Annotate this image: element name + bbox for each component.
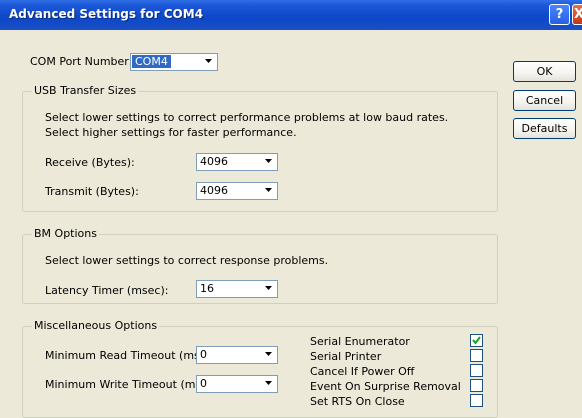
checkmark-icon (472, 336, 481, 345)
close-button[interactable]: X (572, 4, 582, 25)
serial-enumerator-checkbox[interactable] (470, 334, 483, 347)
title-bar[interactable]: Advanced Settings for COM4 ? X (0, 0, 582, 30)
chevron-down-icon (261, 377, 276, 391)
set-rts-on-close-checkbox[interactable] (470, 394, 483, 407)
latency-timer-select[interactable]: 16 (196, 280, 278, 298)
window-title: Advanced Settings for COM4 (9, 7, 204, 21)
help-icon: ? (555, 7, 564, 22)
com-port-select[interactable]: COM4 (130, 53, 218, 71)
event-on-surprise-removal-checkbox[interactable] (470, 379, 483, 392)
min-read-timeout-label: Minimum Read Timeout (msec): (45, 349, 221, 362)
serial-printer-checkbox[interactable] (470, 349, 483, 362)
serial-enumerator-label: Serial Enumerator (310, 335, 410, 348)
transmit-select[interactable]: 4096 (196, 182, 278, 200)
com-port-label: COM Port Number: (30, 55, 133, 68)
misc-options-group (22, 326, 498, 418)
min-write-timeout-value: 0 (200, 377, 207, 390)
chevron-down-icon (261, 184, 276, 198)
advanced-settings-dialog: Advanced Settings for COM4 ? X COM Port … (0, 0, 582, 418)
usb-transfer-desc-1: Select lower settings to correct perform… (45, 111, 449, 124)
min-read-timeout-value: 0 (200, 348, 207, 361)
chevron-down-icon (261, 282, 276, 296)
chevron-down-icon (261, 348, 276, 362)
usb-transfer-desc-2: Select higher settings for faster perfor… (45, 126, 297, 139)
cancel-button[interactable]: Cancel (513, 90, 576, 111)
receive-label: Receive (Bytes): (45, 156, 135, 169)
min-read-timeout-select[interactable]: 0 (196, 346, 278, 364)
ok-button[interactable]: OK (513, 61, 576, 82)
latency-timer-value: 16 (200, 282, 214, 295)
cancel-if-power-off-checkbox[interactable] (470, 364, 483, 377)
misc-options-title: Miscellaneous Options (32, 319, 160, 332)
event-on-surprise-removal-label: Event On Surprise Removal (310, 380, 461, 393)
com-port-value: COM4 (132, 55, 171, 68)
cancel-if-power-off-label: Cancel If Power Off (310, 365, 415, 378)
chevron-down-icon (201, 55, 216, 69)
chevron-down-icon (261, 155, 276, 169)
usb-transfer-title: USB Transfer Sizes (32, 84, 139, 97)
serial-printer-label: Serial Printer (310, 350, 382, 363)
min-write-timeout-select[interactable]: 0 (196, 375, 278, 393)
bm-options-title: BM Options (32, 227, 99, 240)
latency-timer-label: Latency Timer (msec): (45, 284, 169, 297)
receive-select[interactable]: 4096 (196, 153, 278, 171)
bm-options-desc: Select lower settings to correct respons… (45, 254, 329, 267)
help-button[interactable]: ? (549, 4, 570, 25)
transmit-value: 4096 (200, 184, 228, 197)
transmit-label: Transmit (Bytes): (45, 185, 139, 198)
close-icon: X (574, 7, 582, 22)
set-rts-on-close-label: Set RTS On Close (310, 395, 405, 408)
receive-value: 4096 (200, 155, 228, 168)
defaults-button[interactable]: Defaults (513, 118, 576, 139)
